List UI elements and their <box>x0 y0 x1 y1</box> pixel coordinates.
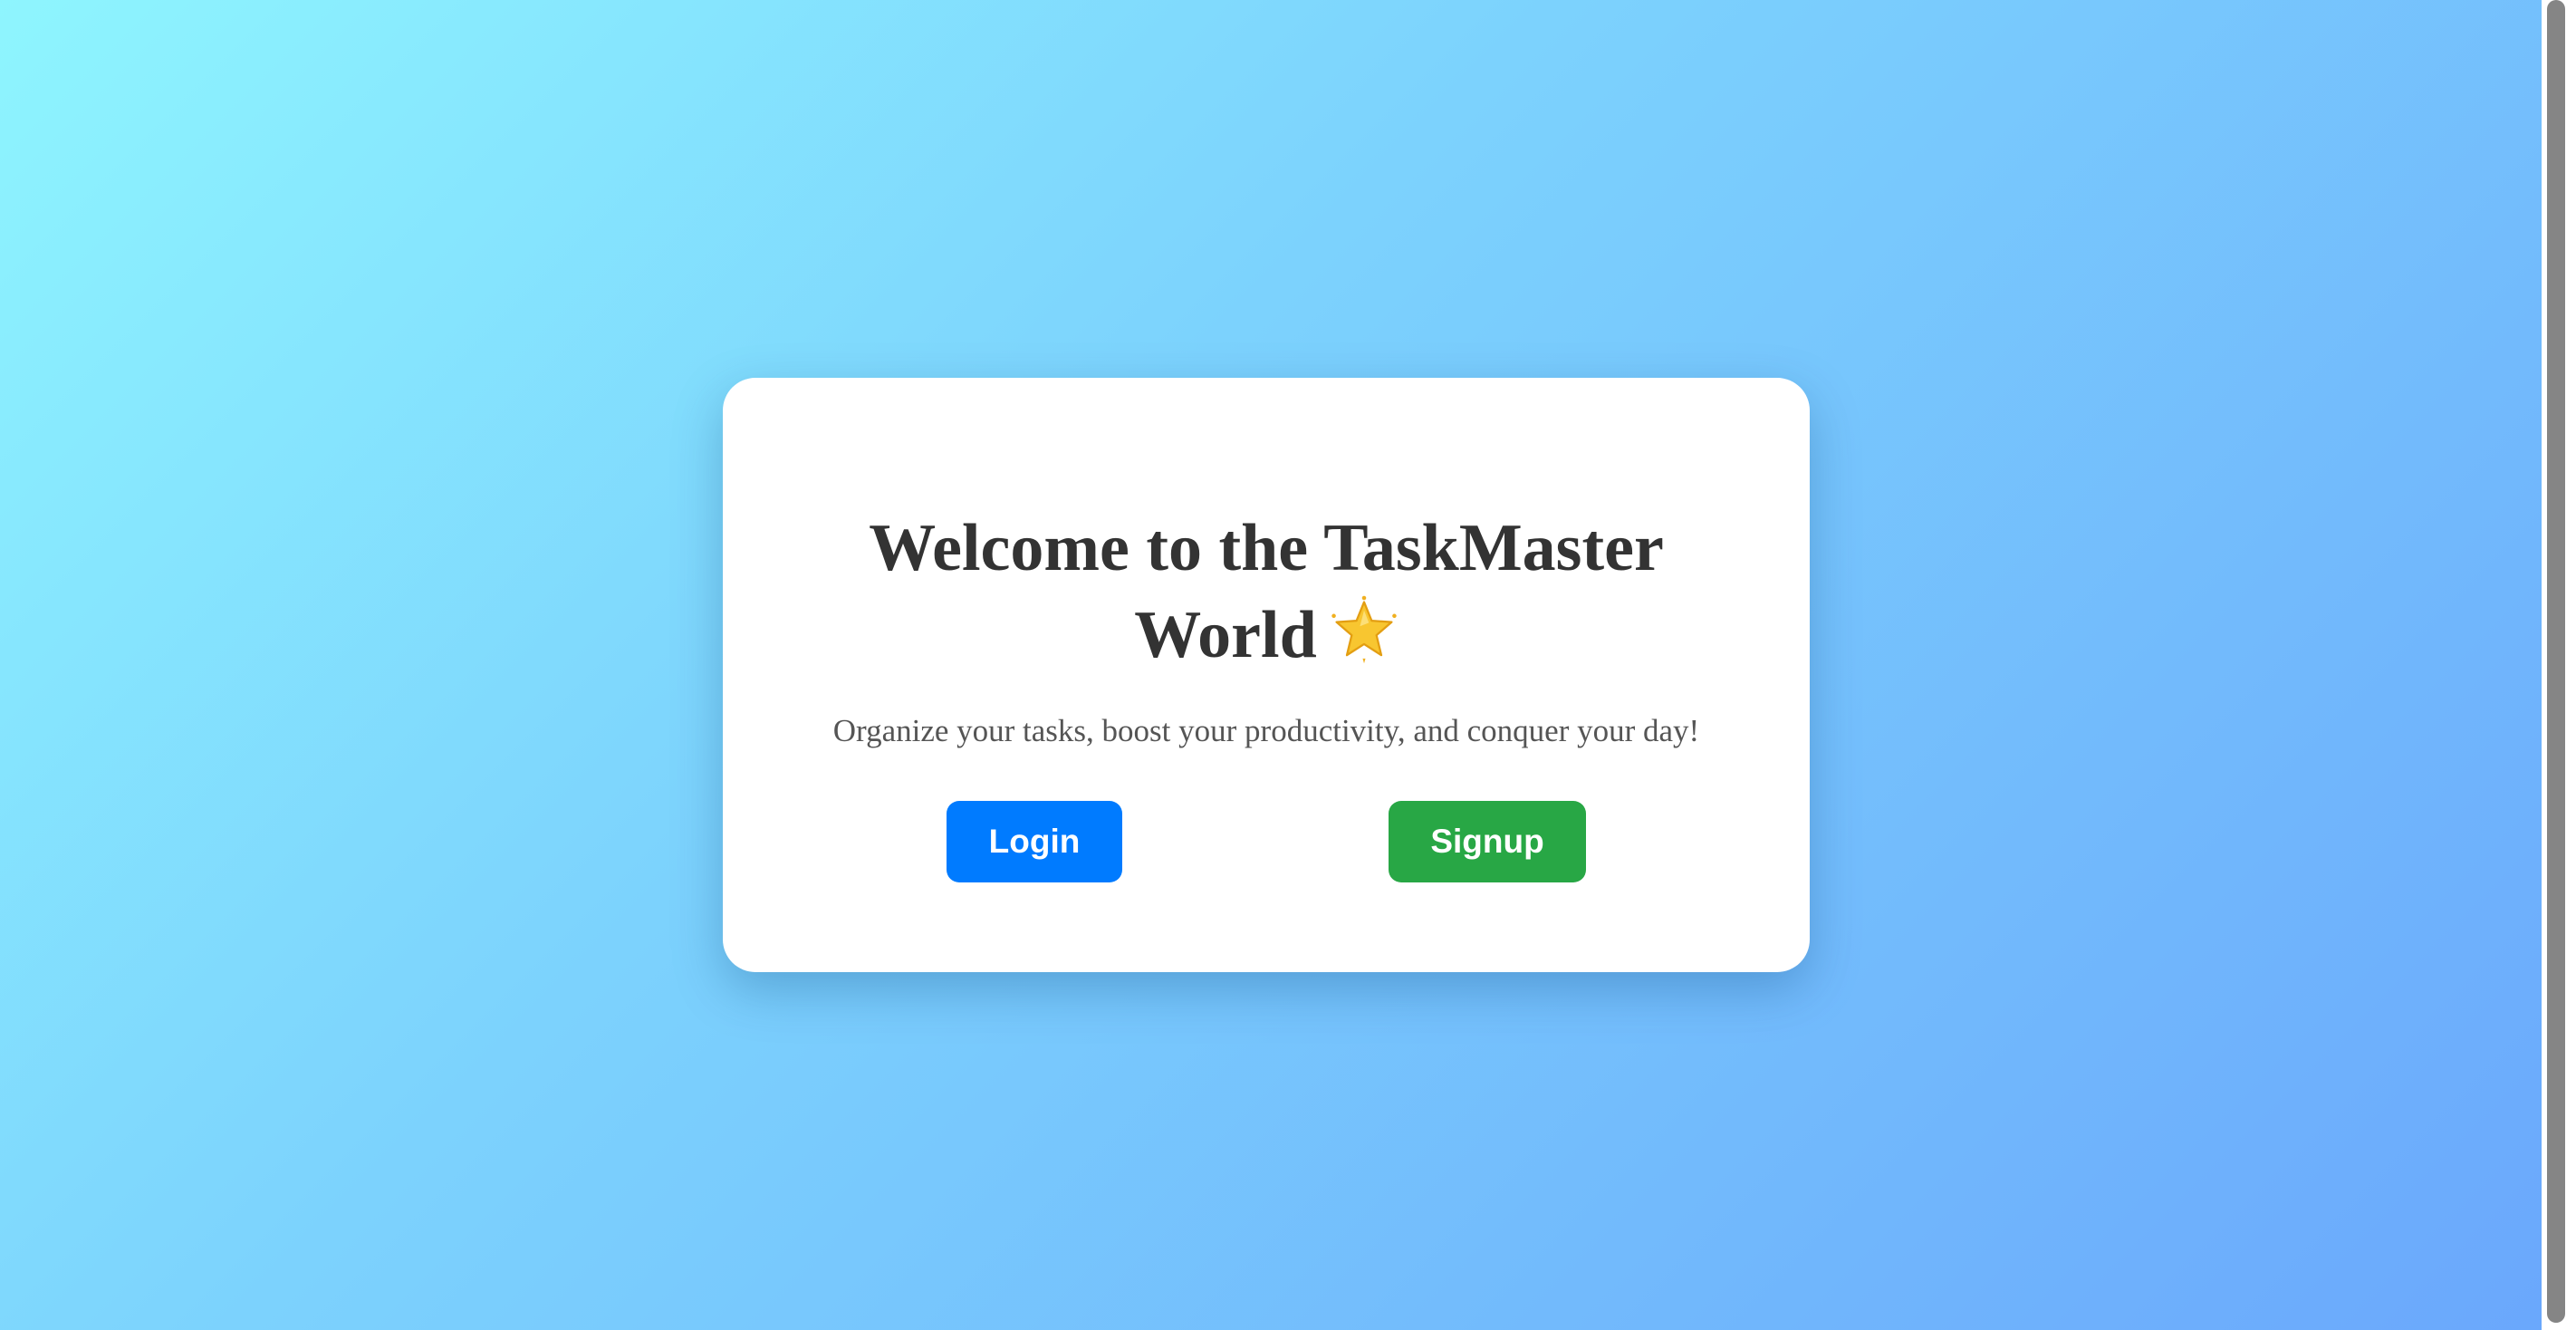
signup-button[interactable]: Signup <box>1389 801 1586 882</box>
title-line-1: Welcome to the TaskMaster <box>869 511 1664 585</box>
page-title: Welcome to the TaskMaster World <box>723 505 1810 679</box>
subtitle: Organize your tasks, boost your producti… <box>832 713 1700 748</box>
glowing-star-icon <box>1331 595 1397 664</box>
login-button[interactable]: Login <box>947 801 1122 882</box>
welcome-card: Welcome to the TaskMaster World Organize … <box>723 378 1810 972</box>
scrollbar-thumb[interactable] <box>2547 0 2565 1323</box>
vertical-scrollbar[interactable] <box>2542 0 2576 1330</box>
title-line-2: World <box>1134 598 1317 672</box>
